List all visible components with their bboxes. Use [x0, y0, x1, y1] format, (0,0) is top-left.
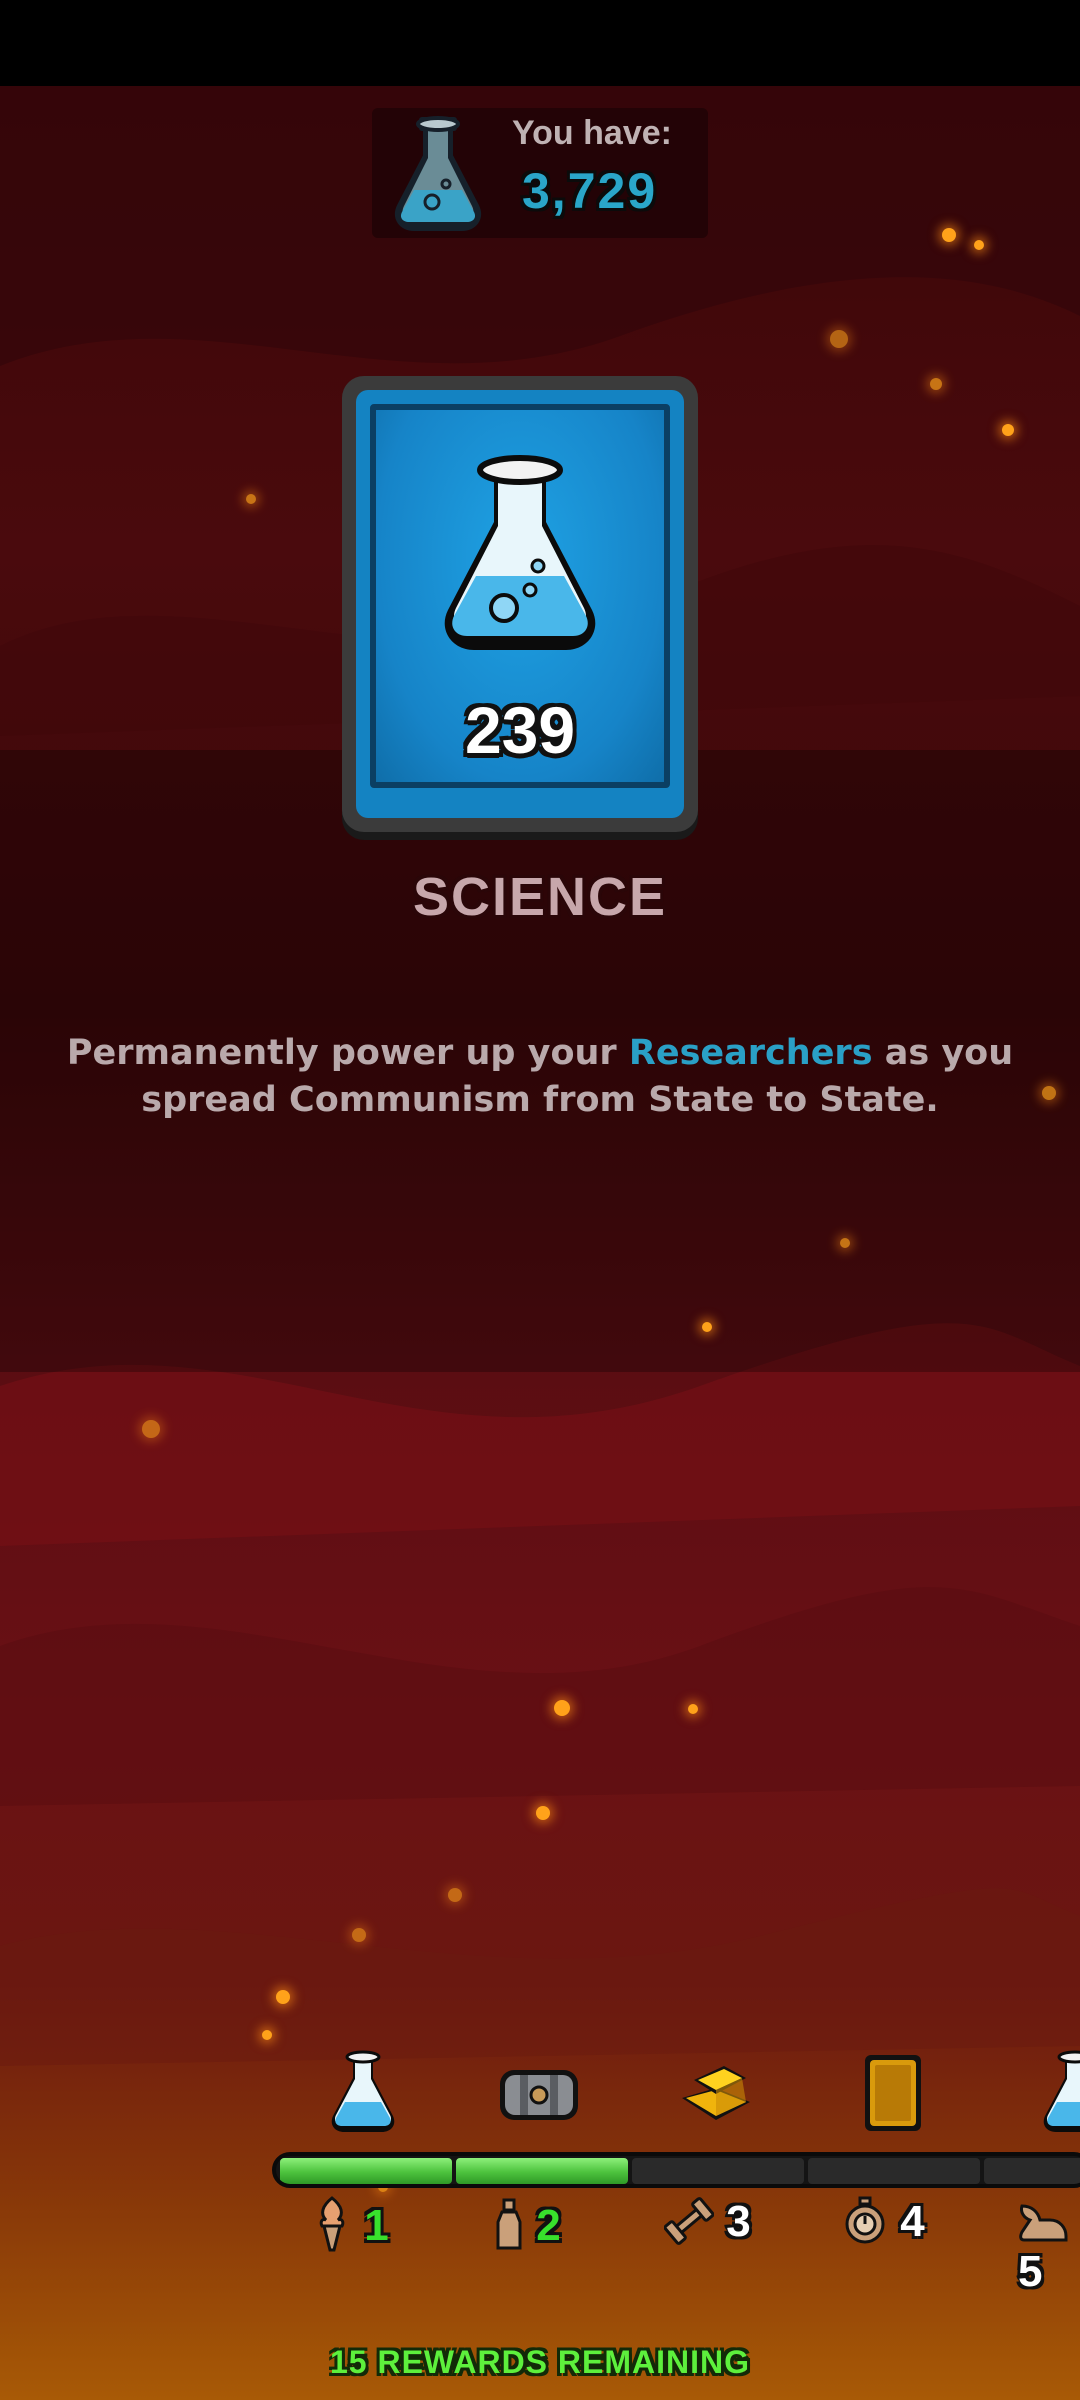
science-flask-icon: [444, 455, 596, 650]
milestone-value: 3: [726, 2197, 751, 2246]
ember: [142, 1420, 160, 1438]
ember: [1042, 1086, 1056, 1100]
ember: [688, 1704, 698, 1714]
ember: [702, 1322, 712, 1332]
treasure-chest-icon: [500, 2070, 578, 2120]
winged-shoe-icon: [1019, 2204, 1068, 2242]
gold-bars-icon: [682, 2066, 750, 2120]
dumbbell-icon: [663, 2197, 715, 2245]
ember: [840, 1238, 850, 1248]
milestone-value: 4: [900, 2197, 925, 2246]
milestone-value: 2: [536, 2201, 561, 2250]
stopwatch-icon: [845, 2196, 885, 2244]
progress-segment-empty: [632, 2158, 804, 2184]
milestone-4: 4: [842, 2196, 925, 2247]
ember: [942, 228, 956, 242]
milestone-3: 3: [663, 2196, 751, 2247]
milestone-2: 2: [494, 2196, 561, 2252]
ember: [262, 2030, 272, 2040]
ember: [554, 1700, 570, 1716]
ember: [246, 494, 256, 504]
ember: [930, 378, 942, 390]
description-text: Permanently power up your: [66, 1033, 629, 1073]
progress-segment-empty: [808, 2158, 980, 2184]
card-pack-icon: [865, 2055, 921, 2131]
progress-segment-filled: [456, 2158, 628, 2184]
you-have-label: You have:: [512, 114, 672, 152]
milestone-1: 1: [312, 2196, 389, 2252]
science-flask-icon: [331, 2050, 395, 2132]
currency-balance-panel: You have: 3,729: [372, 108, 708, 238]
rewards-progress-bar: [272, 2152, 1080, 2188]
rewards-remaining-label: 15 REWARDS REMAINING: [329, 2344, 751, 2380]
you-have-value: 3,729: [522, 163, 658, 219]
ember: [974, 240, 984, 250]
ember: [830, 330, 848, 348]
science-reward-card[interactable]: 239: [342, 376, 698, 832]
card-description: Permanently power up your Researchers as…: [60, 1030, 1020, 1124]
milestone-value: 5: [1018, 2247, 1043, 2296]
ember: [536, 1806, 550, 1820]
researchers-highlight: Researchers: [628, 1033, 873, 1073]
ember: [276, 1990, 290, 2004]
ember: [448, 1888, 462, 1902]
card-count: 239: [464, 693, 576, 767]
progress-segment-empty: [984, 2158, 1080, 2184]
card-face: 239: [370, 404, 670, 788]
card-title: SCIENCE: [412, 867, 668, 927]
science-flask-icon: [394, 116, 482, 231]
ember: [1002, 424, 1014, 436]
milestone-value: 1: [364, 2201, 389, 2250]
progress-segment-filled: [280, 2158, 452, 2184]
milestone-5: 5: [1018, 2196, 1080, 2297]
status-bar: [0, 0, 1080, 86]
card-frame: 239: [356, 390, 684, 818]
torch-icon: [319, 2196, 345, 2252]
science-flask-icon: [1043, 2050, 1080, 2132]
ember: [352, 1928, 366, 1942]
bottle-icon: [496, 2198, 522, 2250]
